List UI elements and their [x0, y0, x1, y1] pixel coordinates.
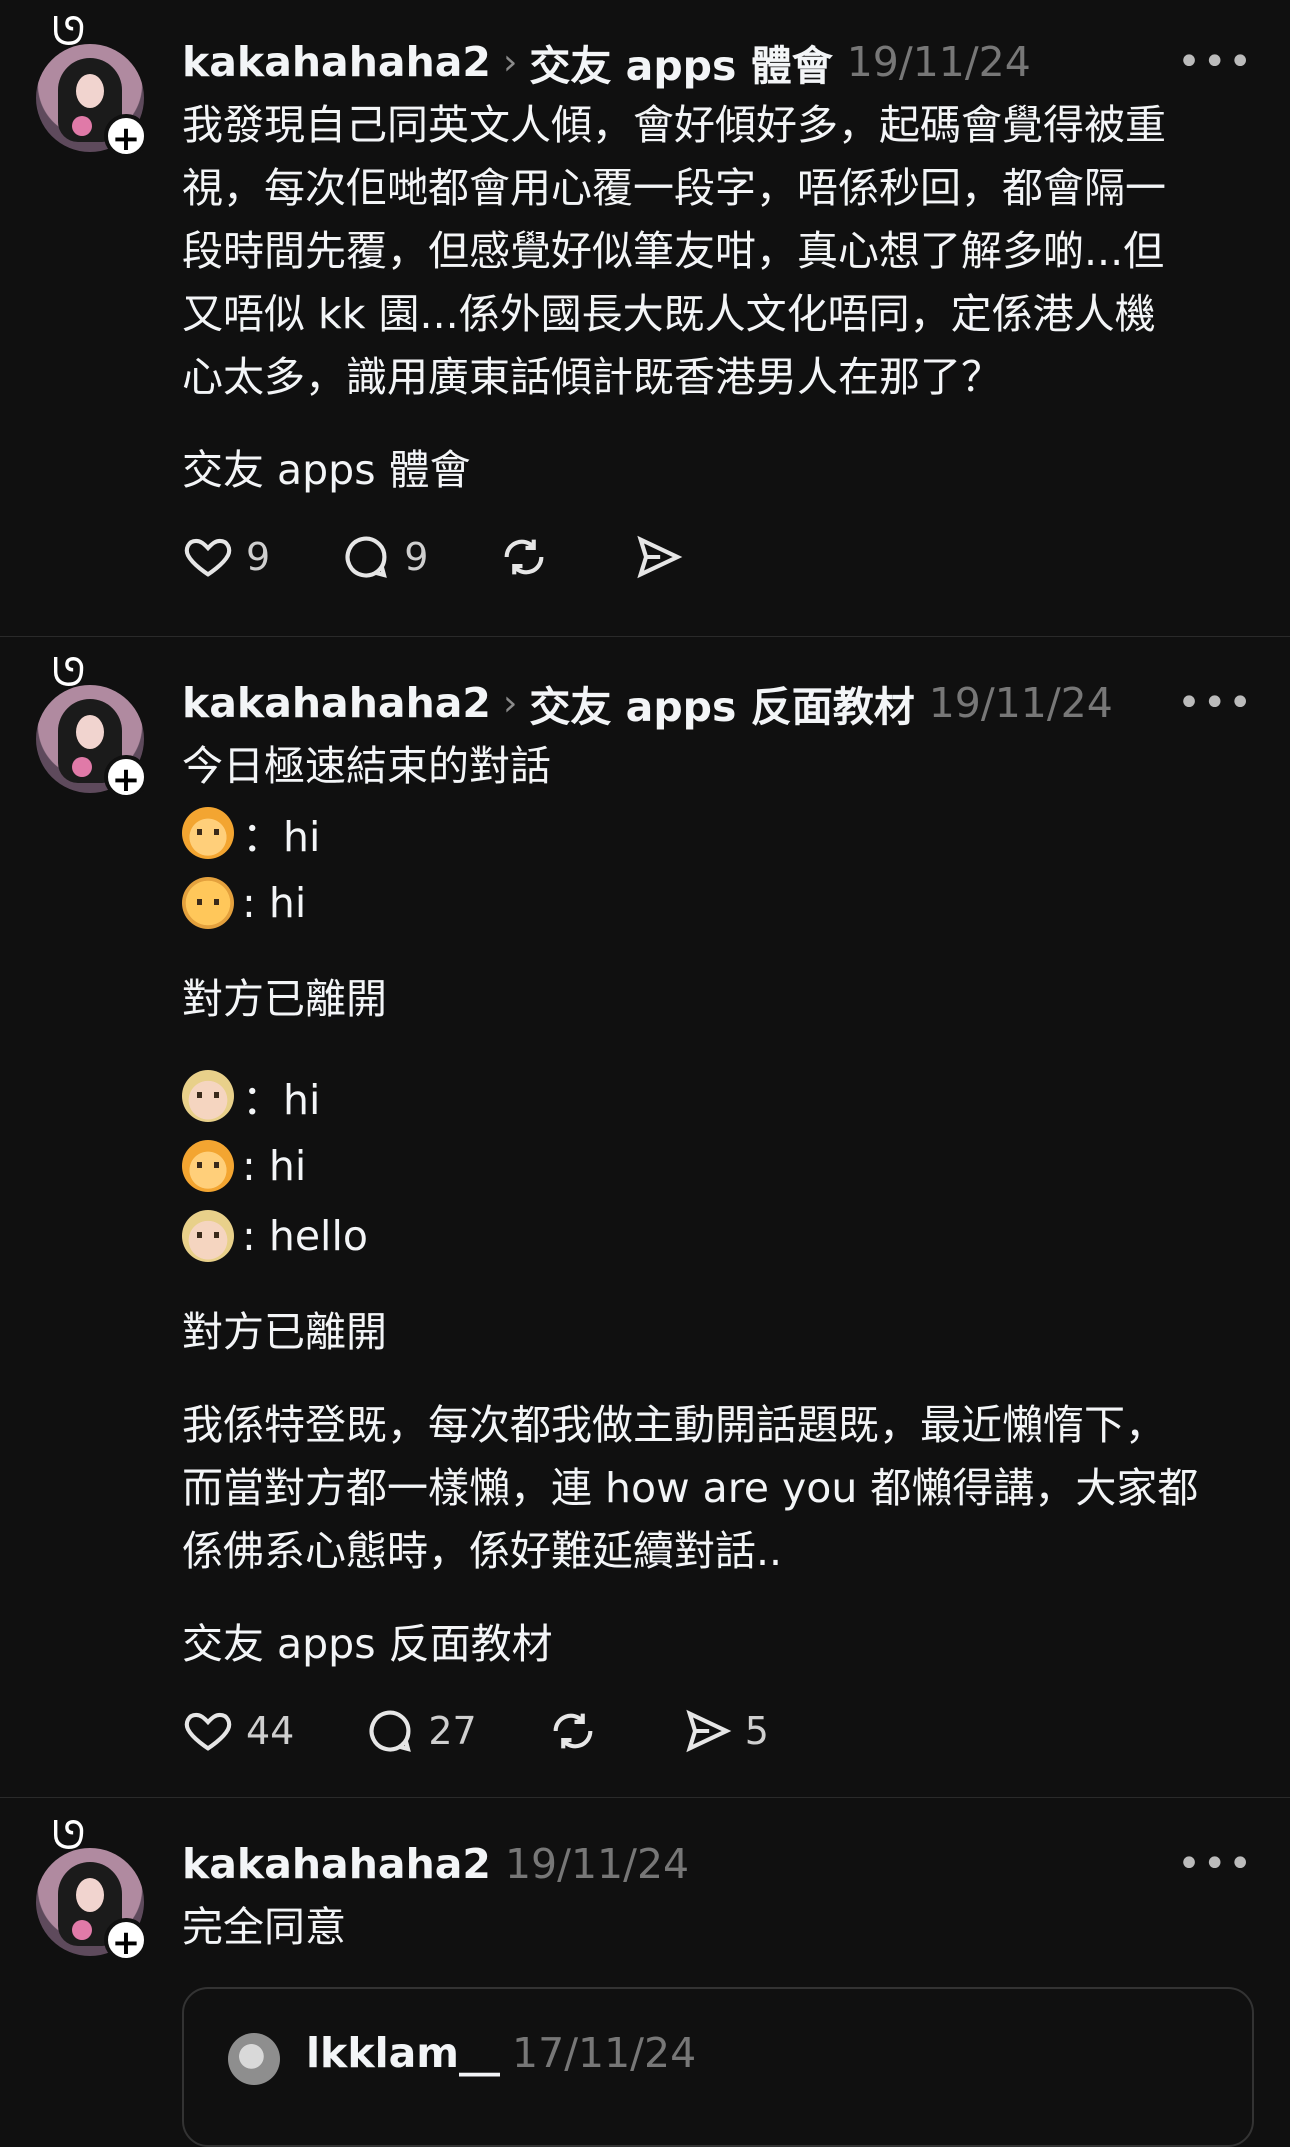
plus-icon[interactable]: + [104, 755, 148, 800]
post-content: kakahahaha2 19/11/24 ••• 完全同意 lkklam__ 1… [182, 1798, 1254, 2147]
username[interactable]: kakahahaha2 [182, 38, 491, 86]
username[interactable]: kakahahaha2 [182, 679, 491, 727]
topic-tag[interactable]: 交友 apps 反面教材 [182, 1613, 1254, 1676]
chat-text: ：hi [242, 1076, 321, 1124]
share-count: 5 [744, 1709, 769, 1753]
like-button[interactable]: 9 [182, 531, 270, 583]
send-icon [637, 535, 683, 579]
share-button[interactable]: 5 [681, 1705, 769, 1757]
repost-button[interactable] [498, 531, 562, 583]
text-line: 段時間先覆，但感覺好似筆友咁，真心想了解多啲...但 [182, 227, 1165, 275]
blond-man-emoji-icon [182, 1210, 234, 1262]
avatar-container[interactable]: ᘎ + [36, 12, 148, 159]
chevron-right-icon: › [502, 682, 518, 724]
post-intro: 今日極速結束的對話 [182, 742, 551, 790]
text-line: 又唔似 kk 園...係外國長大既人文化唔同，定係港人機 [182, 290, 1156, 338]
post[interactable]: ᘎ + kakahahaha2 › 交友 apps 反面教材 19/11/24 … [0, 637, 1290, 1798]
post-header: kakahahaha2 19/11/24 ••• [182, 1832, 1254, 1896]
quoted-timestamp: 17/11/24 [512, 2029, 697, 2077]
action-bar: 44 27 5 [182, 1686, 1254, 1776]
like-count: 9 [246, 535, 271, 579]
quoted-post[interactable]: lkklam__ 17/11/24 [182, 1987, 1254, 2147]
timestamp: 19/11/24 [846, 38, 1031, 86]
post-header: kakahahaha2 › 交友 apps 反面教材 19/11/24 ••• [182, 671, 1254, 735]
avatar-container[interactable]: ᘎ + [36, 1816, 148, 1963]
plus-icon[interactable]: + [104, 1918, 148, 1963]
post[interactable]: ᘎ + kakahahaha2 19/11/24 ••• 完全同意 lkklam… [0, 1798, 1290, 2147]
chat-line: : hi [182, 868, 1254, 938]
username[interactable]: kakahahaha2 [182, 1840, 491, 1888]
plus-icon[interactable]: + [104, 114, 148, 159]
topic-link[interactable]: 交友 apps 反面教材 [529, 673, 914, 733]
blond-man-emoji-icon [182, 1070, 234, 1122]
comment-count: 27 [428, 1709, 477, 1753]
chat-line: : hello [182, 1201, 1254, 1271]
chat-line: : hi [182, 1131, 1254, 1201]
comment-count: 9 [404, 535, 429, 579]
quoted-username[interactable]: lkklam__ [306, 2029, 500, 2077]
post-body: 我係特登既，每次都我做主動開話題既，最近懶惰下， 而當對方都一樣懶，連 how … [182, 1394, 1254, 1583]
chat-text: : hello [242, 1212, 368, 1260]
like-count: 44 [246, 1709, 295, 1753]
woman-emoji-icon [182, 807, 234, 859]
chat-text: : hi [242, 879, 307, 927]
repost-icon [553, 1713, 593, 1749]
heart-icon [184, 538, 232, 577]
comment-button[interactable]: 27 [364, 1705, 477, 1757]
text-line: 我發現自己同英文人傾，會好傾好多，起碼會覺得被重 [182, 101, 1166, 149]
more-options-icon[interactable]: ••• [1177, 39, 1254, 85]
post-header: kakahahaha2 › 交友 apps 體會 19/11/24 ••• [182, 30, 1254, 94]
text-line: 視，每次佢哋都會用心覆一段字，唔係秒回，都會隔一 [182, 164, 1166, 212]
comment-bubble-icon [345, 536, 388, 578]
chevron-right-icon: › [502, 41, 518, 83]
more-options-icon[interactable]: ••• [1177, 1841, 1254, 1887]
man-emoji-icon [182, 877, 234, 929]
like-button[interactable]: 44 [182, 1705, 294, 1757]
topic-tag[interactable]: 交友 apps 體會 [182, 439, 1254, 502]
text-line: 我係特登既，每次都我做主動開話題既，最近懶惰下， [182, 1401, 1166, 1449]
repost-icon [504, 539, 544, 575]
feed: ᘎ + kakahahaha2 › 交友 apps 體會 19/11/24 ••… [0, 0, 1290, 2147]
text-line: 係佛系心態時，係好難延續對話.. [182, 1527, 783, 1575]
avatar[interactable] [228, 2033, 280, 2085]
more-options-icon[interactable]: ••• [1177, 680, 1254, 726]
chat-line: ：hi [182, 1061, 1254, 1131]
post[interactable]: ᘎ + kakahahaha2 › 交友 apps 體會 19/11/24 ••… [0, 0, 1290, 637]
heart-icon [184, 1712, 232, 1751]
post-body: 完全同意 [182, 1903, 346, 1951]
post-content: kakahahaha2 › 交友 apps 體會 19/11/24 ••• 我發… [182, 0, 1254, 602]
avatar-container[interactable]: ᘎ + [36, 653, 148, 800]
timestamp: 19/11/24 [928, 679, 1113, 727]
topic-link[interactable]: 交友 apps 體會 [529, 32, 832, 92]
action-bar: 9 9 [182, 512, 1254, 602]
post-content: kakahahaha2 › 交友 apps 反面教材 19/11/24 ••• … [182, 637, 1254, 1776]
chat-text: : hi [242, 1142, 307, 1190]
comment-button[interactable]: 9 [340, 531, 428, 583]
post-body: 我發現自己同英文人傾，會好傾好多，起碼會覺得被重 視，每次佢哋都會用心覆一段字，… [182, 94, 1254, 409]
comment-bubble-icon [369, 1710, 412, 1752]
share-button[interactable] [632, 531, 696, 583]
text-line: 而當對方都一樣懶，連 how are you 都懶得講，大家都 [182, 1464, 1199, 1512]
timestamp: 19/11/24 [504, 1840, 690, 1888]
repost-button[interactable] [547, 1705, 611, 1757]
chat-text: ：hi [242, 813, 321, 861]
send-icon [686, 1709, 732, 1753]
chat-line: ：hi [182, 798, 1254, 868]
text-line: 心太多，識用廣東話傾計既香港男人在那了？ [182, 353, 1002, 401]
status-text: 對方已離開 [182, 975, 387, 1023]
status-text: 對方已離開 [182, 1308, 387, 1356]
woman-emoji-icon [182, 1140, 234, 1192]
